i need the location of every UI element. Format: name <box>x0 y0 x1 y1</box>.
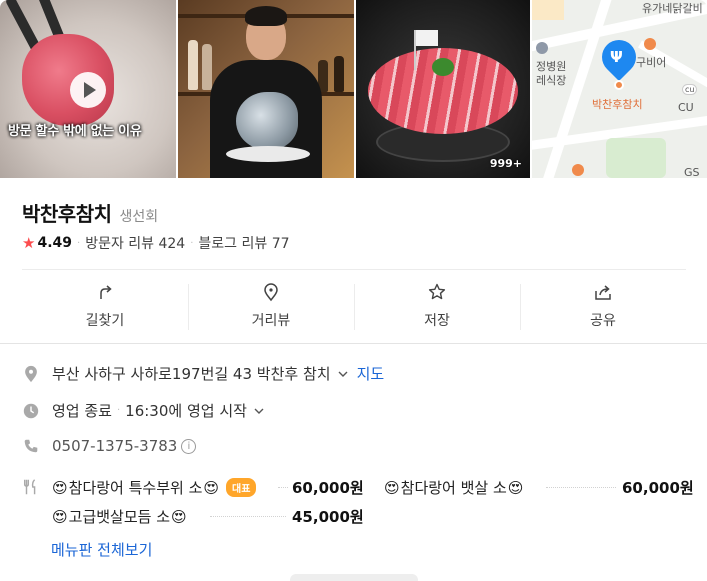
street-view-label: 거리뷰 <box>251 313 291 329</box>
directions-icon <box>100 285 112 299</box>
map-poi-icon <box>572 164 584 176</box>
chef-hair <box>245 6 287 26</box>
menu-item[interactable]: 😍 참다랑어 뱃살 소 😍 <box>383 477 524 498</box>
map-park <box>606 138 666 178</box>
heart-eyes-icon: 😍 <box>203 478 220 497</box>
bottom-sheet-handle <box>290 574 418 581</box>
video-thumbnail[interactable]: 방문 할수 밖에 없는 이유 <box>0 0 176 178</box>
address-text: 부산 사하구 사하로197번길 43 박찬후 참치 <box>52 365 331 383</box>
phone-number[interactable]: 0507-1375-3783 <box>52 437 177 455</box>
phone-row: 0507-1375-3783 i <box>22 437 197 455</box>
place-name: 박찬후참치 <box>22 202 112 226</box>
address-row: 부산 사하구 사하로197번길 43 박찬후 참치 지도 <box>22 363 384 384</box>
map-road <box>541 0 613 178</box>
heart-eyes-icon: 😍 <box>52 478 68 497</box>
signature-badge: 대표 <box>226 478 257 497</box>
directions-button[interactable]: 길찾기 <box>22 280 188 332</box>
heart-eyes-icon: 😍 <box>52 507 68 526</box>
street-view-button[interactable]: 거리뷰 <box>188 280 354 332</box>
map-link[interactable]: 지도 <box>357 363 385 384</box>
mini-map[interactable]: 유가네닭갈비 정병원 레식장 구비어 cu CU Ψ 박찬후참치 GS <box>532 0 707 178</box>
bottle <box>334 56 344 92</box>
menu-item-price: 60,000원 <box>292 479 364 497</box>
share-button[interactable]: 공유 <box>520 280 686 332</box>
menu-item-name: 참다랑어 뱃살 소 <box>400 479 507 497</box>
clock-icon <box>23 403 39 418</box>
save-label: 저장 <box>424 313 450 329</box>
separator: · <box>190 237 194 249</box>
hours-row: 영업 종료 · 16:30에 영업 시작 <box>22 400 265 421</box>
bottle <box>188 40 198 90</box>
garnish <box>432 58 454 76</box>
play-icon[interactable] <box>70 72 106 108</box>
visitor-review-link[interactable]: 방문자 리뷰 424 <box>85 233 185 253</box>
tuna-head-image <box>236 92 298 150</box>
review-stats: ★ 4.49 · 방문자 리뷰 424 · 블로그 리뷰 77 <box>22 233 290 253</box>
save-button[interactable]: 저장 <box>354 280 520 332</box>
price-leader <box>210 516 286 517</box>
chevron-down-icon[interactable] <box>337 368 349 380</box>
video-caption: 방문 할수 밖에 없는 이유 <box>8 124 142 139</box>
menu-item-name: 고급뱃살모듬 소 <box>68 508 171 526</box>
separator: · <box>116 405 121 416</box>
price-leader <box>278 487 288 488</box>
view-full-menu-link[interactable]: 메뉴판 전체보기 <box>51 539 152 560</box>
map-marker-icon <box>25 365 37 382</box>
map-pin-dot <box>614 80 624 90</box>
location-pin-icon <box>264 283 278 302</box>
place-category: 생선회 <box>119 209 159 225</box>
map-label: 유가네닭갈비 <box>642 2 703 15</box>
directions-label: 길찾기 <box>85 313 125 329</box>
bottle <box>202 44 212 90</box>
map-poi-icon <box>536 42 548 54</box>
menu-item-price: 60,000원 <box>622 479 694 497</box>
section-divider <box>0 343 707 344</box>
restaurant-icon: Ψ <box>610 48 623 66</box>
menu-item-price: 45,000원 <box>292 508 364 526</box>
map-pin-label: 박찬후참치 <box>592 98 643 111</box>
plate <box>226 146 310 162</box>
photo-strip: 방문 할수 밖에 없는 이유 999+ 유가네닭갈비 정병원 레식장 구비어 c… <box>0 0 707 178</box>
heart-eyes-icon: 😍 <box>507 478 524 497</box>
phone-icon <box>24 439 38 453</box>
share-icon <box>595 285 611 300</box>
blog-review-link[interactable]: 블로그 리뷰 77 <box>198 233 289 253</box>
star-outline-icon <box>428 283 446 300</box>
menu-item[interactable]: 😍 고급뱃살모듬 소 😍 <box>51 506 188 527</box>
price-leader <box>546 487 616 488</box>
map-label: 구비어 <box>636 56 667 69</box>
rating-value: 4.49 <box>37 235 72 251</box>
cutlery-icon <box>23 479 36 495</box>
map-label: CU <box>678 101 694 114</box>
map-road <box>638 40 707 108</box>
map-cu-badge: cu <box>682 84 698 95</box>
map-label: 레식장 <box>536 74 567 87</box>
heart-eyes-icon: 😍 <box>171 507 187 526</box>
map-block <box>532 0 564 20</box>
separator: · <box>77 237 81 249</box>
photo-count: 999+ <box>489 157 522 170</box>
menu-item-name: 참다랑어 특수부위 소 <box>68 479 203 497</box>
chevron-down-icon[interactable] <box>253 405 265 417</box>
action-bar: 길찾기 거리뷰 저장 공유 <box>22 280 686 332</box>
business-status: 영업 종료 <box>52 402 112 420</box>
flag <box>416 30 438 46</box>
business-hours: 16:30에 영업 시작 <box>125 402 247 420</box>
share-label: 공유 <box>590 313 616 329</box>
star-icon: ★ <box>22 234 36 252</box>
divider <box>22 269 686 270</box>
info-icon[interactable]: i <box>181 438 197 454</box>
map-poi-icon <box>644 38 656 50</box>
heart-eyes-icon: 😍 <box>384 478 400 497</box>
place-title: 박찬후참치 생선회 <box>22 198 158 227</box>
chef-photo[interactable] <box>178 0 354 178</box>
map-label: GS <box>684 166 700 178</box>
beef-platter-photo[interactable]: 999+ <box>356 0 530 178</box>
menu-item[interactable]: 😍 참다랑어 특수부위 소 😍 대표 <box>51 477 257 498</box>
